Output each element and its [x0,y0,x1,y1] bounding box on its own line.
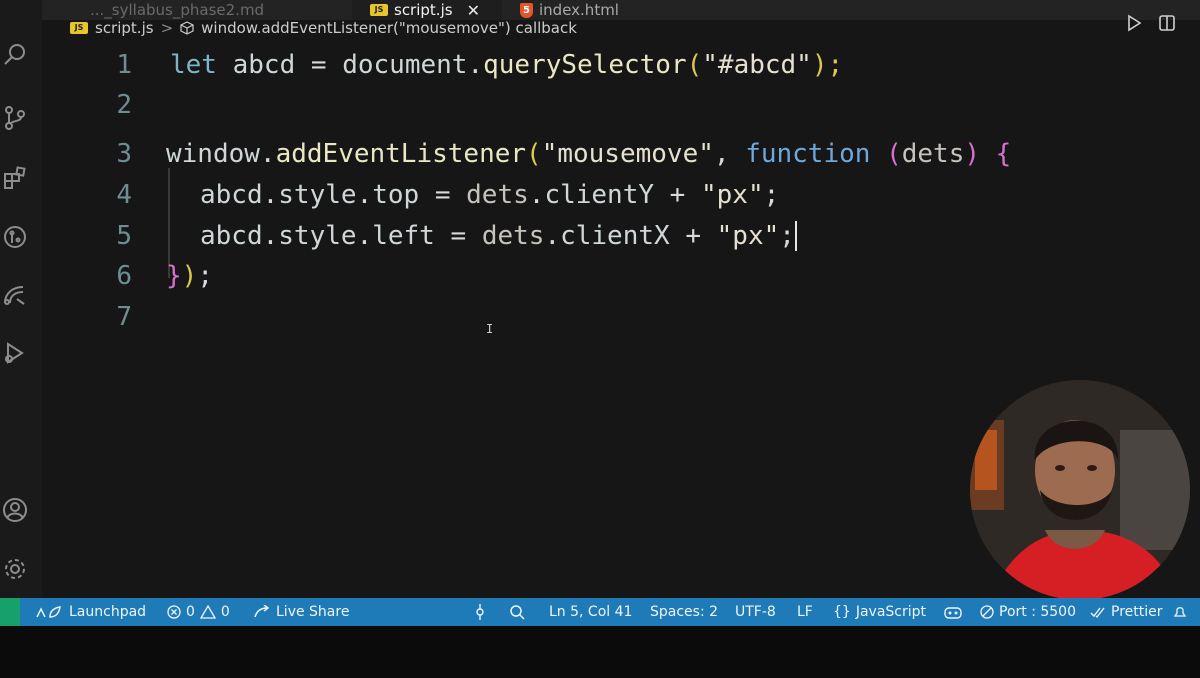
line-number: 5 [116,221,132,251]
language-label: JavaScript [855,604,927,620]
html5-file-icon: 5 [520,2,533,18]
warning-count: 0 [220,604,230,620]
activity-bar [0,0,42,598]
code-line: 1 let abcd = document.querySelector("#ab… [42,45,1192,85]
text-cursor [794,221,797,252]
presenter-video [970,380,1190,600]
github-icon[interactable] [0,222,30,252]
line-number: 3 [116,139,132,169]
tab-label: index.html [539,1,619,19]
search-icon[interactable] [0,40,30,70]
code-text: let abcd = document.querySelector("#abcd… [170,50,844,80]
problems-item[interactable]: 0 0 [167,598,230,626]
tab-index-html[interactable]: 5 index.html [512,0,652,20]
launchpad-item[interactable]: Launchpad [34,598,146,626]
code-text: abcd.style.top = dets.clientY + "px"; [200,180,780,210]
tab-label: ..._syllabus_phase2.md [90,1,265,19]
breadcrumb-file[interactable]: script.js [95,19,154,37]
code-line-active: 5 abcd.style.left = dets.clientX + "px"; [42,216,1192,256]
code-line: 4 abcd.style.top = dets.clientY + "px"; [42,175,1192,215]
eol-item[interactable]: LF [797,598,813,626]
line-number: 4 [116,180,132,210]
line-number: 6 [116,261,132,291]
port-label: Port : 5500 [999,604,1076,620]
code-text: window.addEventListener("mousemove", fun… [166,139,1012,169]
cursor-position-label: Ln 5, Col 41 [549,604,633,620]
breadcrumb-symbol[interactable]: window.addEventListener("mousemove") cal… [201,19,577,37]
live-share-icon [254,605,270,618]
code-line: 3 window.addEventListener("mousemove", f… [42,134,1192,174]
webcam-overlay [970,380,1190,600]
rocket-icon [36,606,61,618]
error-count: 0 [186,604,195,620]
tab-script-js[interactable]: JS script.js ✕ [352,0,502,20]
settings-gear-icon[interactable] [0,554,30,584]
code-text: }); [166,261,213,291]
status-bar: Launchpad 0 0 Live Share Ln 5, Col 41 Sp… [0,598,1200,626]
code-text: abcd.style.left = dets.clientX + "px"; [200,220,797,252]
close-tab-icon[interactable]: ✕ [467,1,480,20]
run-debug-icon[interactable] [0,338,30,368]
source-control-icon[interactable] [0,103,30,133]
line-number: 7 [116,302,132,332]
line-number: 1 [116,50,132,80]
copilot-icon[interactable] [944,598,962,626]
editor-actions [1126,14,1176,32]
indentation-item[interactable]: Spaces: 2 [650,598,718,626]
language-mode-item[interactable]: {} JavaScript [833,598,926,626]
breadcrumb-separator: > [160,19,174,37]
encoding-item[interactable]: UTF-8 [735,598,776,626]
cursor-position[interactable]: Ln 5, Col 41 [549,598,632,626]
javascript-file-icon: JS [370,4,388,16]
tab-label: script.js [394,1,453,19]
braces-icon: {} [833,604,851,620]
indentation-label: Spaces: 2 [650,604,719,620]
prettier-label: Prettier [1111,604,1163,620]
account-icon[interactable] [0,495,30,525]
mouse-ibeam-cursor: I [486,322,494,336]
notifications-bell-icon[interactable] [1172,598,1188,626]
git-graph-icon[interactable] [473,598,487,626]
code-line: 2 [42,85,1192,125]
line-number: 2 [116,90,132,120]
tab-syllabus-md[interactable]: ..._syllabus_phase2.md [90,0,264,20]
editor-tab-bar: ..._syllabus_phase2.md JS script.js ✕ 5 … [0,0,1200,20]
run-icon[interactable] [1126,14,1142,32]
prettier-item[interactable]: Prettier [1090,598,1163,626]
encoding-label: UTF-8 [735,604,776,620]
live-share-item[interactable]: Live Share [253,598,349,626]
port-off-icon [980,605,994,619]
error-icon [167,605,181,619]
code-line: 6 }); [42,256,1192,296]
monitor-bezel [0,626,1200,678]
zoom-icon[interactable] [509,598,525,626]
symbol-method-icon [180,21,194,35]
remote-indicator[interactable] [0,598,20,626]
code-line: 7 [42,297,1192,337]
extensions-icon[interactable] [0,163,30,193]
check-double-icon [1090,607,1105,619]
live-share-label: Live Share [276,604,350,620]
warning-icon [199,605,216,619]
remote-explorer-icon[interactable] [0,280,30,310]
live-server-port-item[interactable]: Port : 5500 [980,598,1076,626]
eol-label: LF [797,604,813,620]
split-editor-icon[interactable] [1158,14,1176,32]
launchpad-label: Launchpad [69,604,147,620]
breadcrumb: JS script.js > window.addEventListener("… [70,19,577,37]
javascript-file-icon: JS [70,22,88,34]
